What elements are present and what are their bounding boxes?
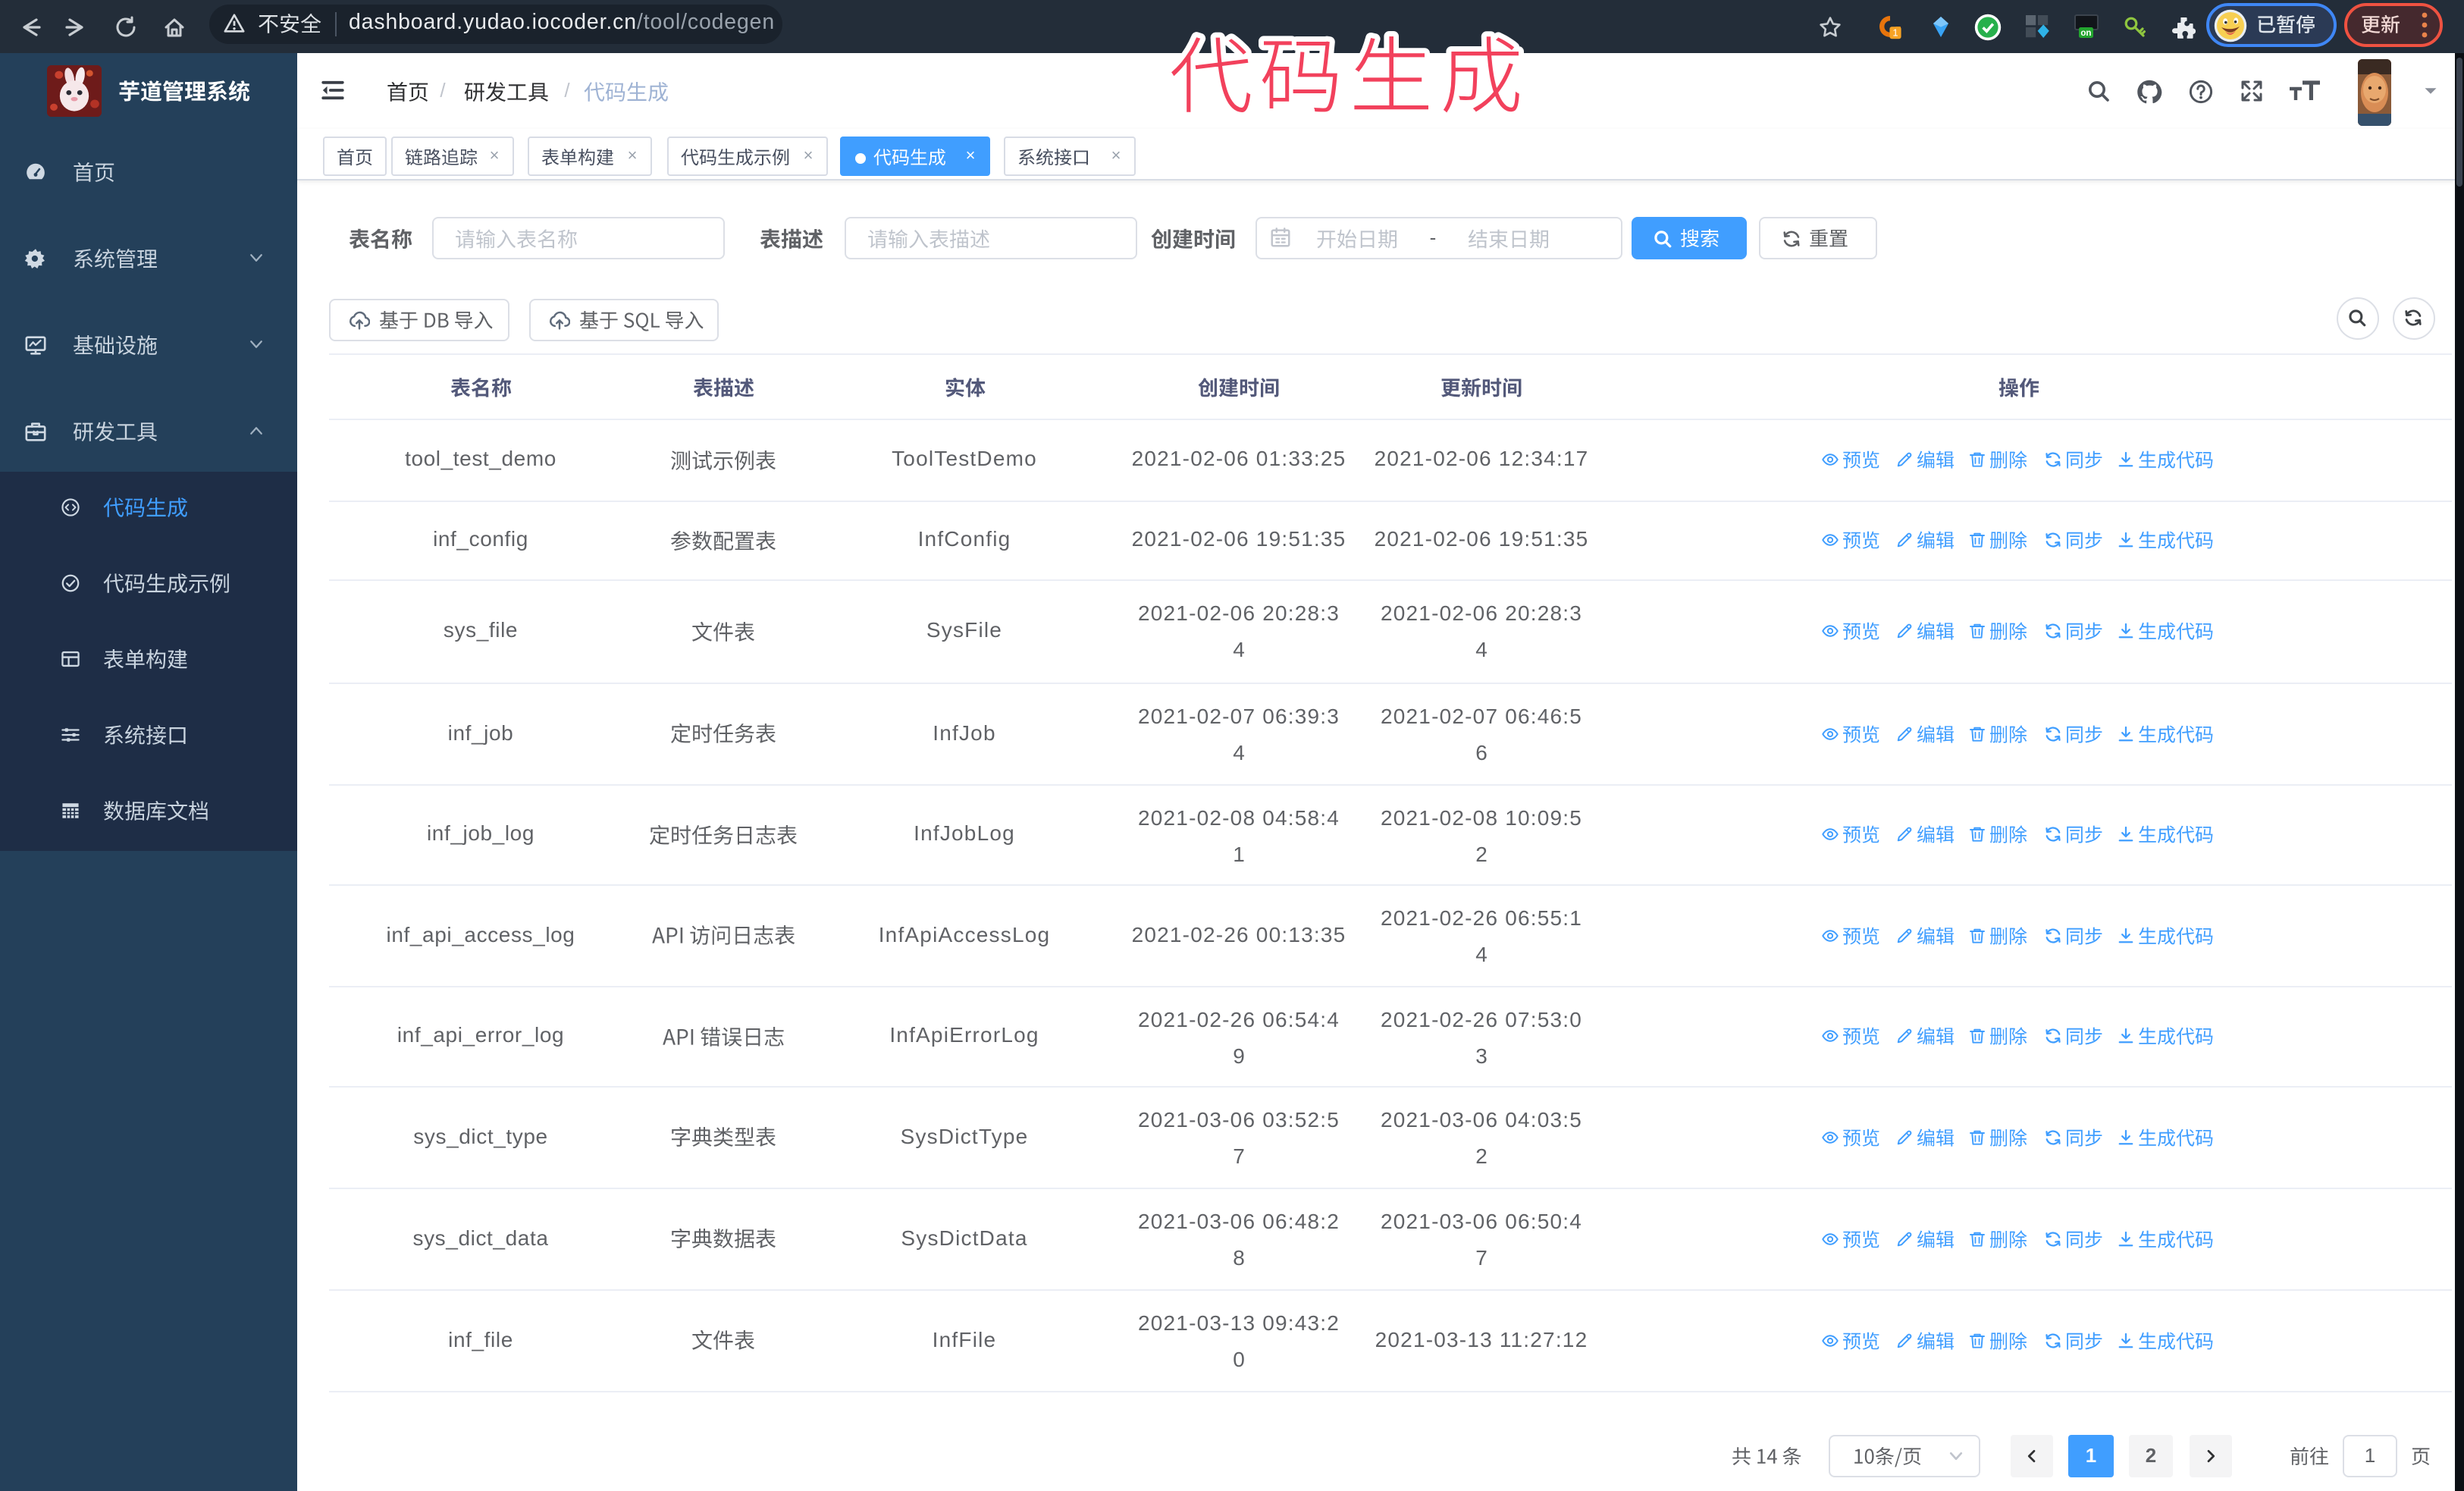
svg-text:on: on: [2080, 28, 2091, 38]
svg-text:1: 1: [1892, 27, 1898, 39]
